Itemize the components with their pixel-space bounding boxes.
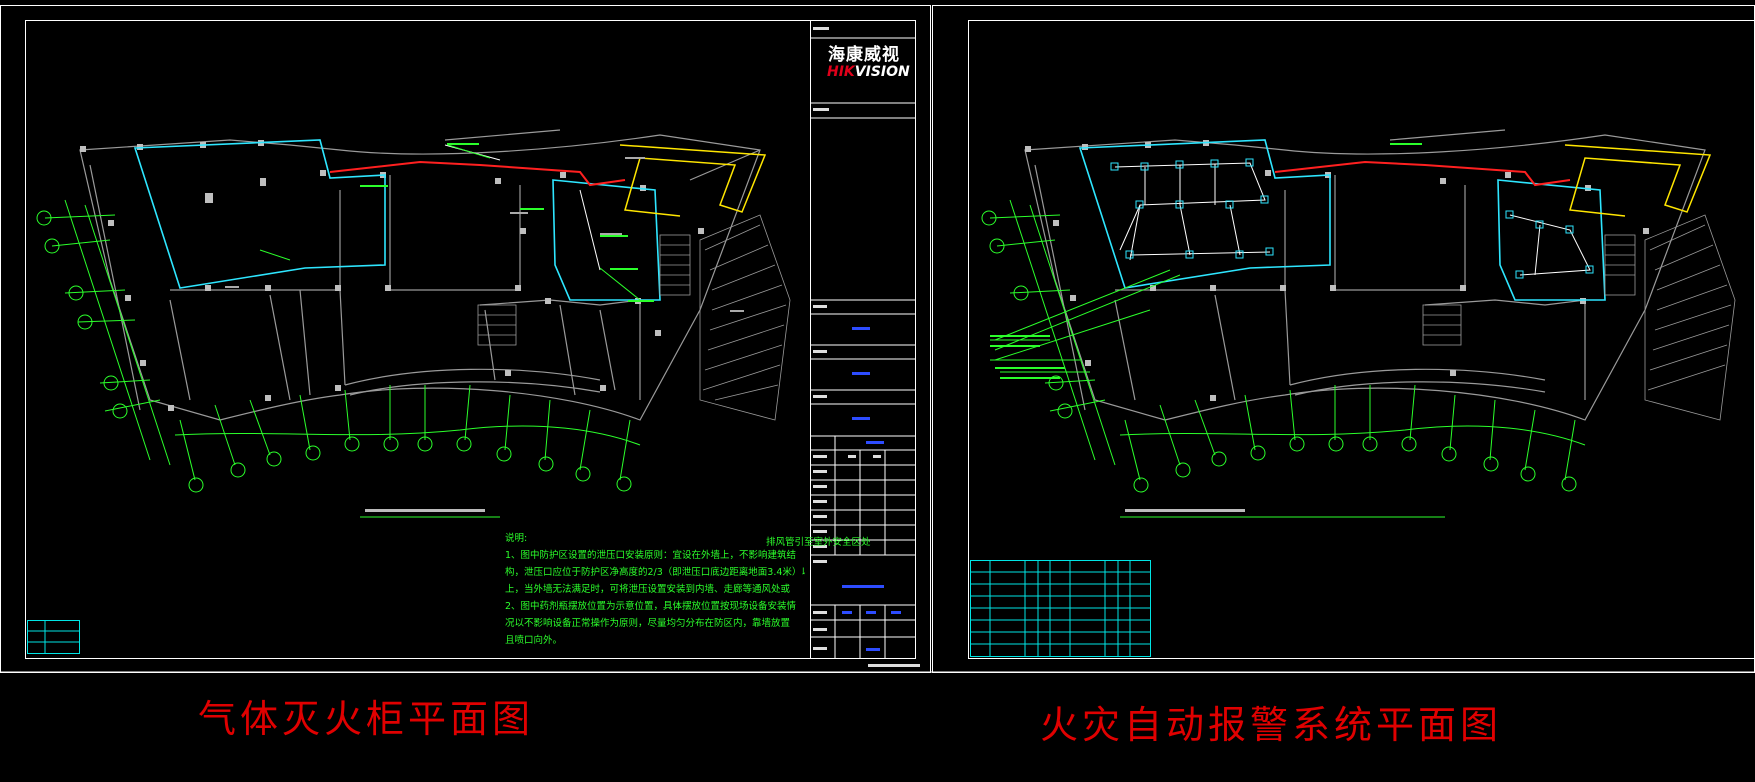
design-notes: 说明: 1、图中防护区设置的泄压口安装原则：宜设在外墙上，不影响建筑结 构，泄压…: [505, 530, 805, 649]
right-red-pipe: [1274, 160, 1571, 187]
left-protection-zone-1: [133, 139, 386, 289]
notes-line: 且喷口向外。: [505, 635, 563, 646]
logo-vision: VISION: [854, 64, 910, 80]
notes-heading: 说明:: [505, 533, 528, 544]
notes-line: 构，泄压口应位于防护区净高度的2/3（即泄压口底边距离地面3.4米）以: [505, 567, 805, 578]
left-building-walls: [79, 129, 761, 421]
company-logo-chinese: 海康威视: [828, 45, 900, 65]
sheet-frames: [0, 5, 1755, 673]
left-room-labels: [225, 157, 744, 312]
notes-line: 况以不影响设备正常操作为原则，尽量均匀分布在防区内，靠墙放置: [505, 618, 791, 629]
right-legend-table: [970, 560, 1151, 657]
right-subtitle: [1120, 509, 1445, 518]
left-green-labels: [259, 144, 641, 301]
logo-hik: HIK: [827, 64, 855, 80]
right-alarm-devices: [1110, 158, 1594, 279]
left-red-pipe: [329, 160, 626, 187]
right-protection-zone-2: [1497, 179, 1606, 301]
exhaust-note: 排风管引至室外安全区处: [766, 537, 871, 548]
company-logo-english: HIKVISION: [827, 64, 910, 80]
notes-line: 1、图中防护区设置的泄压口安装原则：宜设在外墙上，不影响建筑结: [505, 550, 797, 561]
notes-line: 上，当外墙无法满足时，可将泄压设置安装到内墙、走廊等通风处或: [505, 584, 791, 595]
right-yellow-duct: [1564, 144, 1712, 217]
left-yellow-duct: [619, 144, 767, 217]
right-stair-hatch: [1644, 214, 1736, 421]
left-legend-table: [27, 620, 80, 654]
left-stair-hatch: [699, 214, 791, 421]
right-building-walls: [1024, 129, 1706, 421]
title-block-labels: [813, 27, 920, 667]
title-block-blue-marks: [842, 327, 901, 651]
right-protection-zone-1: [1078, 139, 1331, 289]
caption-gas-extinguishing-plan: 气体灭火柜平面图: [198, 697, 535, 741]
cad-drawing-canvas: [0, 5, 1755, 673]
left-protection-zone-2: [552, 179, 661, 301]
right-floor-plan: [970, 129, 1736, 657]
left-columns: [80, 140, 704, 411]
left-subtitle: [360, 509, 500, 518]
notes-line: 2、图中药剂瓶摆放位置为示意位置，具体摆放位置按现场设备安装情: [505, 601, 797, 612]
caption-fire-alarm-plan: 火灾自动报警系统平面图: [1040, 703, 1503, 747]
